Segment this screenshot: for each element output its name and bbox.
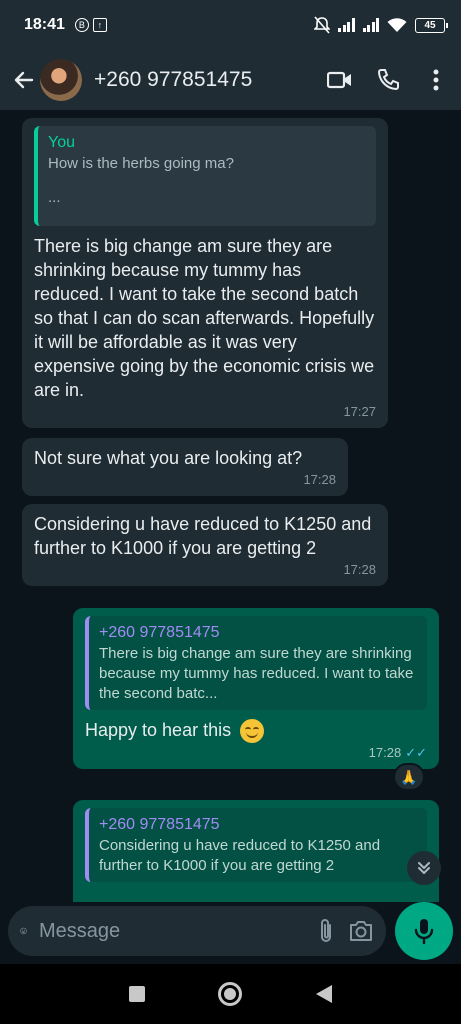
bell-muted-icon <box>314 16 330 34</box>
status-bar: 18:41 B ↑ 45 <box>0 0 461 50</box>
message-input-container <box>8 906 386 956</box>
quote-text: Considering u have reduced to K1250 and … <box>99 837 381 874</box>
quote-author: +260 977851475 <box>99 816 220 833</box>
smiling-emoji-icon <box>240 719 265 744</box>
message-bubble-outgoing[interactable]: +260 977851475 Considering u have reduce… <box>73 800 439 902</box>
back-arrow-icon[interactable] <box>12 68 36 92</box>
double-chevron-down-icon <box>418 862 430 874</box>
voice-call-button[interactable] <box>375 67 401 93</box>
message-text: Considering u have reduced to K1250 and … <box>34 514 372 558</box>
message-text: Happy to hear this <box>85 718 427 744</box>
quote-author: You <box>48 134 75 151</box>
message-time: 17:28 ✓✓ <box>85 745 427 761</box>
message-bubble-incoming[interactable]: Not sure what you are looking at? 17:28 <box>22 438 348 496</box>
home-button[interactable] <box>215 979 245 1009</box>
video-camera-icon <box>327 71 351 89</box>
message-time: 17:27 <box>343 404 376 419</box>
composer-bar <box>0 902 461 964</box>
more-options-button[interactable] <box>423 67 449 93</box>
recents-button[interactable] <box>122 979 152 1009</box>
message-time: 17:28 <box>303 472 336 487</box>
quote-text: There is big change am sure they are shr… <box>99 645 414 702</box>
emoji-icon[interactable] <box>20 918 27 944</box>
status-time: 18:41 <box>24 16 65 33</box>
scroll-to-bottom-button[interactable] <box>407 851 441 885</box>
read-ticks-icon: ✓✓ <box>405 745 427 761</box>
quote-text: How is the herbs going ma? <box>48 155 234 172</box>
chat-area[interactable]: You How is the herbs going ma? ... There… <box>0 110 461 902</box>
chat-header: +260 977851475 <box>0 50 461 110</box>
more-vertical-icon <box>433 69 439 91</box>
message-input[interactable] <box>39 919 304 943</box>
triangle-back-icon <box>316 985 333 1003</box>
praying-hands-icon: 🙏 <box>400 768 418 785</box>
signal-1-icon <box>338 18 355 32</box>
square-icon <box>128 986 145 1002</box>
upload-notification-icon: ↑ <box>92 18 107 32</box>
microphone-icon <box>414 919 434 944</box>
attach-button[interactable] <box>318 917 334 945</box>
notification-b-icon: B <box>74 18 89 32</box>
quoted-message[interactable]: You How is the herbs going ma? ... <box>34 126 376 226</box>
wifi-icon <box>387 18 407 32</box>
system-navigation-bar <box>0 964 461 1024</box>
message-text: Not sure what you are looking at? <box>34 448 303 468</box>
message-time: 17:28 <box>343 562 376 577</box>
message-bubble-incoming[interactable]: Considering u have reduced to K1250 and … <box>22 504 388 586</box>
quoted-message[interactable]: +260 977851475 There is big change am su… <box>85 616 427 710</box>
signal-2-icon <box>362 18 379 32</box>
message-bubble-incoming[interactable]: You How is the herbs going ma? ... There… <box>22 118 388 428</box>
phone-icon <box>377 69 399 91</box>
message-time-value: 17:28 <box>368 745 402 761</box>
voice-message-button[interactable] <box>395 902 453 960</box>
video-call-button[interactable] <box>327 67 353 93</box>
quoted-message[interactable]: +260 977851475 Considering u have reduce… <box>85 808 427 882</box>
avatar[interactable] <box>40 59 82 101</box>
battery-icon: 45 <box>415 17 448 33</box>
camera-button[interactable] <box>348 917 374 945</box>
circle-icon <box>218 982 243 1006</box>
quote-author: +260 977851475 <box>99 624 220 641</box>
message-text-content: Happy to hear this <box>85 720 232 740</box>
camera-icon <box>350 921 372 941</box>
message-text: There is big change am sure they are shr… <box>34 236 375 400</box>
quote-ellipsis: ... <box>48 189 61 206</box>
back-button[interactable] <box>309 979 339 1009</box>
contact-name[interactable]: +260 977851475 <box>94 68 305 92</box>
paperclip-icon <box>321 919 331 942</box>
message-bubble-outgoing[interactable]: +260 977851475 There is big change am su… <box>73 608 439 770</box>
reaction-badge[interactable]: 🙏 <box>393 763 425 791</box>
